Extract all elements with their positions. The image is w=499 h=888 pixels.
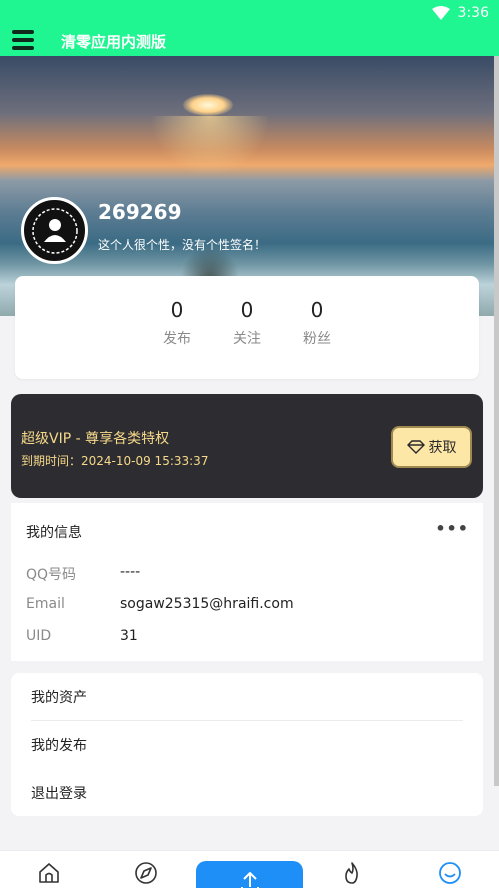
- vip-expiry: 到期时间：2024-10-09 15:33:37: [21, 454, 209, 468]
- stat-following[interactable]: 0 关注: [217, 298, 277, 348]
- my-info-card: 我的信息 ••• QQ号码 ---- Email sogaw25315@hrai…: [11, 503, 483, 661]
- stat-followers[interactable]: 0 粉丝: [287, 298, 347, 348]
- stat-label: 粉丝: [303, 331, 331, 347]
- upload-icon: [240, 872, 259, 888]
- qq-value: ----: [120, 564, 141, 580]
- menu-item-assets[interactable]: 我的资产: [31, 673, 463, 721]
- signature: 这个人很个性，没有个性签名！: [98, 238, 267, 252]
- vip-title: 超级VIP - 尊享各类特权: [21, 431, 170, 447]
- bottom-tab-bar: [0, 850, 499, 888]
- diamond-icon: [406, 440, 425, 454]
- menu-item-logout[interactable]: 退出登录: [31, 769, 463, 817]
- username: 269269: [98, 200, 182, 224]
- scrollbar[interactable]: [494, 56, 499, 786]
- menu-item-my-posts[interactable]: 我的发布: [31, 721, 463, 769]
- vip-card: 超级VIP - 尊享各类特权 到期时间：2024-10-09 15:33:37 …: [11, 394, 483, 498]
- fire-icon[interactable]: [340, 861, 364, 885]
- status-bar: 3:36: [431, 4, 489, 22]
- app-title: 清零应用内测版: [61, 33, 167, 51]
- stats-card: 0 发布 0 关注 0 粉丝: [15, 276, 479, 379]
- email-label: Email: [26, 596, 65, 612]
- vip-get-button[interactable]: 获取: [391, 426, 472, 468]
- avatar[interactable]: [21, 197, 88, 264]
- home-icon[interactable]: [37, 861, 61, 885]
- vip-get-label: 获取: [428, 440, 457, 456]
- wifi-icon: [431, 6, 450, 20]
- uid-value: 31: [120, 628, 138, 644]
- hamburger-menu-icon[interactable]: [12, 30, 34, 50]
- more-dots-icon[interactable]: •••: [435, 519, 469, 538]
- menu-card: 我的资产 我的发布 退出登录: [11, 673, 483, 816]
- stat-value: 0: [310, 298, 324, 322]
- smile-icon[interactable]: [438, 861, 462, 885]
- stat-value: 0: [240, 298, 254, 322]
- stat-posts[interactable]: 0 发布: [147, 298, 207, 348]
- compass-icon[interactable]: [134, 861, 158, 885]
- app-header: 3:36 清零应用内测版: [0, 0, 499, 56]
- qq-label: QQ号码: [26, 567, 77, 583]
- my-info-title: 我的信息: [26, 525, 82, 541]
- user-laurel-icon: [31, 207, 78, 254]
- upload-button[interactable]: [196, 861, 303, 888]
- status-time: 3:36: [457, 5, 489, 21]
- stat-value: 0: [170, 298, 184, 322]
- stat-label: 关注: [233, 331, 261, 347]
- email-value: sogaw25315@hraifi.com: [120, 596, 294, 612]
- uid-label: UID: [26, 628, 52, 644]
- stat-label: 发布: [163, 331, 191, 347]
